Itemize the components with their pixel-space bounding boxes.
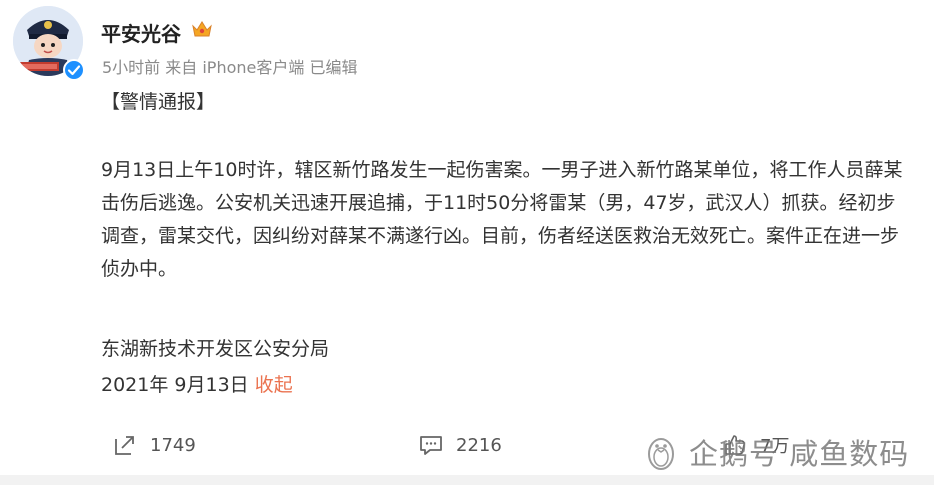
repost-icon [115, 436, 134, 455]
comment-icon [420, 436, 442, 455]
post-heading: 【警情通报】 [101, 91, 216, 113]
crown-icon [192, 21, 212, 37]
penguin-icon [648, 438, 674, 470]
post-body: 9月13日上午10时许，辖区新竹路发生一起伤害案。一男子进入新竹路某单位，将工作… [101, 159, 903, 280]
post-meta: 5小时前 来自 iPhone客户端 已编辑 [102, 58, 358, 77]
comment-button[interactable]: 2216 [418, 430, 502, 460]
verified-badge-icon [63, 59, 85, 81]
post-date-line: 2021年 9月13日 收起 [101, 369, 293, 402]
bottom-divider [0, 475, 934, 485]
post-signature: 东湖新技术开发区公安分局 [101, 338, 330, 360]
comment-count: 2216 [456, 434, 502, 456]
post-date: 2021年 9月13日 [101, 374, 249, 396]
username[interactable]: 平安光谷 [101, 18, 181, 47]
repost-count: 1749 [150, 434, 196, 456]
watermark-text: 企鹅号 咸鱼数码 [689, 437, 910, 471]
collapse-link[interactable]: 收起 [255, 374, 293, 396]
watermark: 企鹅号 咸鱼数码 [641, 430, 926, 474]
repost-button[interactable]: 1749 [112, 430, 196, 460]
